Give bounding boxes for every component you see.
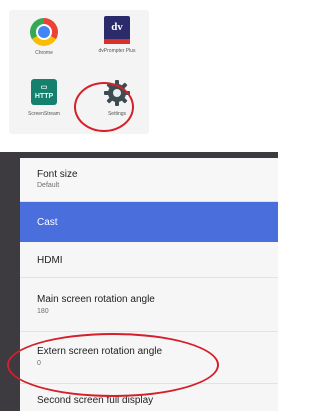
setting-title: Font size	[37, 169, 78, 180]
setting-font-size[interactable]: Font size Default	[20, 158, 278, 202]
setting-hdmi[interactable]: HDMI	[20, 242, 278, 278]
launcher-photo: Chrome dv dvPrompter Plus ▭ HTTP ScreenSt…	[0, 0, 278, 148]
app-label: dvPrompter Plus	[98, 48, 136, 54]
chrome-icon	[30, 18, 58, 46]
app-screenstream[interactable]: ▭ HTTP ScreenStream	[14, 79, 74, 117]
dvprompter-icon: dv	[103, 16, 131, 44]
app-label: ScreenStream	[28, 111, 60, 117]
setting-main-screen-rotation[interactable]: Main screen rotation angle 180	[20, 278, 278, 332]
setting-title: Main screen rotation angle	[37, 294, 155, 305]
setting-value: 180	[37, 308, 49, 315]
setting-cast[interactable]: Cast	[20, 202, 278, 242]
app-dvprompter[interactable]: dv dvPrompter Plus	[87, 16, 147, 54]
app-label: Chrome	[35, 50, 53, 56]
setting-value: Default	[37, 182, 60, 189]
screenstream-icon: ▭ HTTP	[30, 79, 58, 107]
setting-title: HDMI	[37, 255, 63, 266]
annotation-circle-extern-rotation	[7, 333, 219, 397]
setting-title: Cast	[37, 217, 58, 228]
app-chrome[interactable]: Chrome	[14, 18, 74, 56]
setting-title: Second screen full display	[37, 395, 154, 406]
annotation-circle-settings	[74, 82, 134, 132]
